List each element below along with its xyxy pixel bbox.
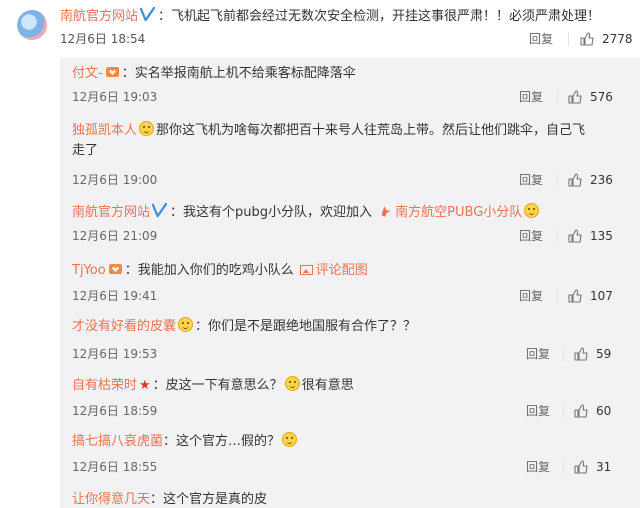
- comment-text: ：皮这一下有意思么？: [152, 378, 283, 393]
- reply-button[interactable]: 回复: [526, 402, 550, 420]
- comment-text-line: 搞七搞八哀虎菌：这个官方…假的？: [72, 432, 627, 452]
- like-button[interactable]: 576: [568, 88, 613, 106]
- avatar[interactable]: [17, 10, 47, 40]
- reply-button[interactable]: 回复: [526, 345, 550, 363]
- like-count: 31: [596, 460, 612, 474]
- image-icon: [299, 265, 313, 275]
- comment-text: 那你这飞机为啥每次都把百十来号人往荒岛上带。然后让他们跳伞，自己飞: [156, 123, 586, 138]
- divider: [563, 460, 564, 474]
- comment-text-line: 让你得意几天：这个官方是真的皮: [72, 490, 627, 508]
- post-text-line: 南航官方网站 ：飞机起飞前都会经过无数次安全检测，开挂这事很严肃！！必须严肃处理！: [60, 7, 640, 27]
- like-count: 59: [596, 347, 612, 361]
- comment-user[interactable]: 搞七搞八哀虎菌: [72, 434, 163, 449]
- like-button[interactable]: 135: [568, 227, 613, 245]
- thumbs-up-icon: [568, 173, 582, 187]
- like-count: 576: [590, 90, 613, 104]
- post-text: ：飞机起飞前都会经过无数次安全检测，开挂这事很严肃！！必须严肃处理！: [158, 9, 601, 24]
- like-count: 135: [590, 229, 613, 243]
- star-icon: ★: [139, 378, 151, 393]
- comment-text-continued: 很有意思: [301, 378, 354, 393]
- comment-text-line: TjYoo ：我能加入你们的吃鸡小队么 评论配图: [72, 261, 627, 281]
- fan-badge-icon: [108, 264, 122, 274]
- comment-time: 12月6日 18:55: [72, 460, 158, 474]
- thumbs-up-icon: [574, 347, 588, 361]
- thumbs-up-icon: [568, 289, 582, 303]
- comment-time: 12月6日 19:00: [72, 173, 158, 187]
- thumbs-up-icon: [574, 404, 588, 418]
- divider: [557, 173, 558, 187]
- comment-time: 12月6日 18:59: [72, 404, 158, 418]
- like-button[interactable]: 236: [568, 171, 613, 189]
- like-count: 60: [596, 404, 612, 418]
- thumbs-up-icon: [574, 460, 588, 474]
- divider: [568, 32, 569, 46]
- verified-icon: [140, 7, 156, 22]
- post-time: 12月6日 18:54: [60, 32, 146, 46]
- emoji-icon: [178, 317, 194, 332]
- divider: [557, 229, 558, 243]
- main-post: 南航官方网站 ：飞机起飞前都会经过无数次安全检测，开挂这事很严肃！！必须严肃处理！…: [0, 0, 640, 58]
- comment-text-line: 才没有好看的皮囊 ：你们是不是跟绝地国服有合作了？？: [72, 317, 627, 337]
- comment-text: ：这个官方…假的？: [163, 434, 281, 449]
- comment-text: ：实名举报南航上机不给乘客标配降落伞: [121, 66, 356, 81]
- comment-user[interactable]: 自有枯荣时: [72, 378, 137, 393]
- reply-button[interactable]: 回复: [519, 287, 543, 305]
- comment-time: 12月6日 19:53: [72, 347, 158, 361]
- like-count: 107: [590, 289, 613, 303]
- emoji-icon: [282, 432, 298, 447]
- post-like-button[interactable]: 2778: [580, 30, 633, 48]
- fan-badge-icon: [105, 67, 119, 77]
- comment-text: ：这个官方是真的皮: [150, 492, 268, 507]
- comment-user[interactable]: 独孤凯本人: [72, 123, 137, 138]
- thumbs-up-icon: [568, 90, 582, 104]
- emoji-icon: [139, 121, 155, 136]
- post-author[interactable]: 南航官方网站: [60, 9, 138, 24]
- comment-user[interactable]: 南航官方网站: [72, 205, 150, 220]
- verified-icon: [152, 203, 168, 218]
- thumbs-up-icon: [568, 229, 582, 243]
- emoji-icon: [524, 203, 540, 218]
- comment-user[interactable]: 让你得意几天: [72, 492, 150, 507]
- emoji-icon: [284, 376, 300, 391]
- comment-text: ：我能加入你们的吃鸡小队么: [124, 263, 294, 278]
- comment-user[interactable]: TjYoo: [72, 263, 106, 278]
- comment-text-line: 自有枯荣时 ★ ：皮这一下有意思么？ 很有意思: [72, 376, 627, 396]
- like-button[interactable]: 60: [574, 402, 611, 420]
- comment-user[interactable]: 付文-: [72, 66, 103, 81]
- like-count: 236: [590, 173, 613, 187]
- comment-text: ：你们是不是跟绝地国服有合作了？？: [195, 319, 417, 334]
- comment-time: 12月6日 21:09: [72, 229, 158, 243]
- post-reply-button[interactable]: 回复: [529, 30, 553, 48]
- like-button[interactable]: 31: [574, 458, 611, 476]
- thumbs-up-icon: [580, 32, 594, 46]
- comment-user[interactable]: 才没有好看的皮囊: [72, 319, 176, 334]
- like-button[interactable]: 107: [568, 287, 613, 305]
- group-link[interactable]: 南方航空PUBG小分队: [395, 205, 522, 220]
- comment-image-link[interactable]: 评论配图: [316, 263, 368, 278]
- reply-button[interactable]: 回复: [519, 227, 543, 245]
- comment-time: 12月6日 19:03: [72, 90, 158, 104]
- comment-text-line: 付文- ：实名举报南航上机不给乘客标配降落伞: [72, 64, 627, 84]
- link-icon: [381, 206, 391, 217]
- comment-time: 12月6日 19:41: [72, 289, 158, 303]
- comment-text: ：我这有个pubg小分队，欢迎加入: [170, 205, 373, 220]
- divider: [563, 404, 564, 418]
- comment-text-line: 南航官方网站 ：我这有个pubg小分队，欢迎加入 南方航空PUBG小分队: [72, 203, 627, 223]
- divider: [557, 90, 558, 104]
- reply-button[interactable]: 回复: [526, 458, 550, 476]
- divider: [557, 289, 558, 303]
- reply-button[interactable]: 回复: [519, 171, 543, 189]
- comment-text-continued: 走了: [72, 143, 99, 158]
- comment-text-line: 独孤凯本人 那你这飞机为啥每次都把百十来号人往荒岛上带。然后让他们跳伞，自己飞 走…: [72, 121, 627, 161]
- divider: [563, 347, 564, 361]
- comment-list: 付文- ：实名举报南航上机不给乘客标配降落伞 12月6日 19:03 回复 576…: [60, 58, 640, 508]
- like-button[interactable]: 59: [574, 345, 611, 363]
- post-like-count: 2778: [602, 32, 633, 46]
- reply-button[interactable]: 回复: [519, 88, 543, 106]
